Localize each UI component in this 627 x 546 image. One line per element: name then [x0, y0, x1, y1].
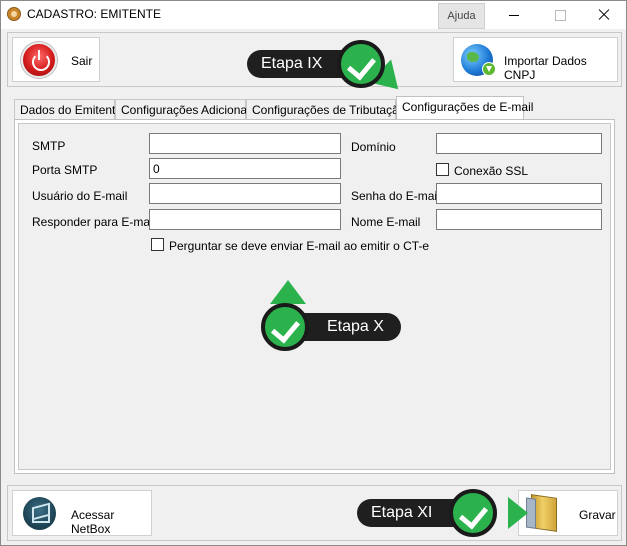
- save-icon: [531, 494, 557, 532]
- ssl-checkbox[interactable]: [436, 163, 449, 176]
- download-icon: [482, 62, 496, 76]
- step11-pointer: [508, 497, 528, 529]
- email-name-input[interactable]: [436, 209, 602, 230]
- save-button[interactable]: Gravar: [518, 490, 618, 536]
- smtp-port-label: Porta SMTP: [32, 163, 98, 177]
- window-title: CADASTRO: EMITENTE: [27, 7, 162, 21]
- help-button[interactable]: Ajuda: [438, 3, 485, 29]
- ask-send-email-label: Perguntar se deve enviar E-mail ao emiti…: [169, 239, 430, 253]
- title-bar: CADASTRO: EMITENTE Ajuda: [1, 1, 626, 29]
- email-user-input[interactable]: [149, 183, 341, 204]
- smtp-port-input[interactable]: [149, 158, 341, 179]
- power-icon: [21, 42, 57, 78]
- step10-check-icon: [261, 303, 309, 351]
- reply-to-input[interactable]: [149, 209, 341, 230]
- app-icon: [7, 7, 21, 21]
- email-form-panel: SMTP Porta SMTP Usuário do E-mail Respon…: [18, 123, 611, 470]
- step11-check-icon: [449, 489, 497, 537]
- reply-to-label: Responder para E-mail: [32, 215, 156, 229]
- email-password-label: Senha do E-mail: [351, 189, 440, 203]
- minimize-icon[interactable]: [494, 3, 534, 27]
- smtp-input[interactable]: [149, 133, 341, 154]
- tab-configuracoes-tributacao[interactable]: Configurações de Tributação: [246, 99, 405, 119]
- tab-configuracoes-adicionais[interactable]: Configurações Adicionais: [115, 99, 256, 119]
- exit-label: Sair: [71, 54, 93, 68]
- email-password-input[interactable]: [436, 183, 602, 204]
- cadastro-emitente-window: CADASTRO: EMITENTE Ajuda Sair Importar D…: [0, 0, 627, 546]
- domain-label: Domínio: [351, 140, 396, 154]
- import-cnpj-label: Importar Dados CNPJ: [504, 54, 587, 82]
- step9-check-icon: [337, 40, 385, 88]
- maximize-icon[interactable]: [540, 3, 580, 27]
- tab-dados-emitente[interactable]: Dados do Emitente: [14, 99, 122, 119]
- tab-configuracoes-email[interactable]: Configurações de E-mail: [396, 96, 533, 119]
- ask-send-email-checkbox[interactable]: [151, 238, 164, 251]
- email-tab-content: SMTP Porta SMTP Usuário do E-mail Respon…: [14, 119, 615, 474]
- netbox-button[interactable]: Acessar NetBox: [12, 490, 152, 536]
- import-cnpj-button[interactable]: Importar Dados CNPJ: [453, 37, 618, 82]
- bottom-toolbar: Acessar NetBox Gravar: [7, 485, 622, 541]
- exit-button[interactable]: Sair: [12, 37, 100, 82]
- netbox-icon: [23, 497, 56, 530]
- email-name-label: Nome E-mail: [351, 215, 421, 229]
- domain-input[interactable]: [436, 133, 602, 154]
- email-user-label: Usuário do E-mail: [32, 189, 128, 203]
- smtp-label: SMTP: [32, 139, 66, 153]
- ssl-label: Conexão SSL: [454, 164, 529, 178]
- netbox-label: Acessar NetBox: [71, 508, 115, 536]
- save-label: Gravar: [579, 508, 616, 522]
- close-icon[interactable]: [585, 3, 625, 27]
- step10-pointer: [270, 280, 306, 304]
